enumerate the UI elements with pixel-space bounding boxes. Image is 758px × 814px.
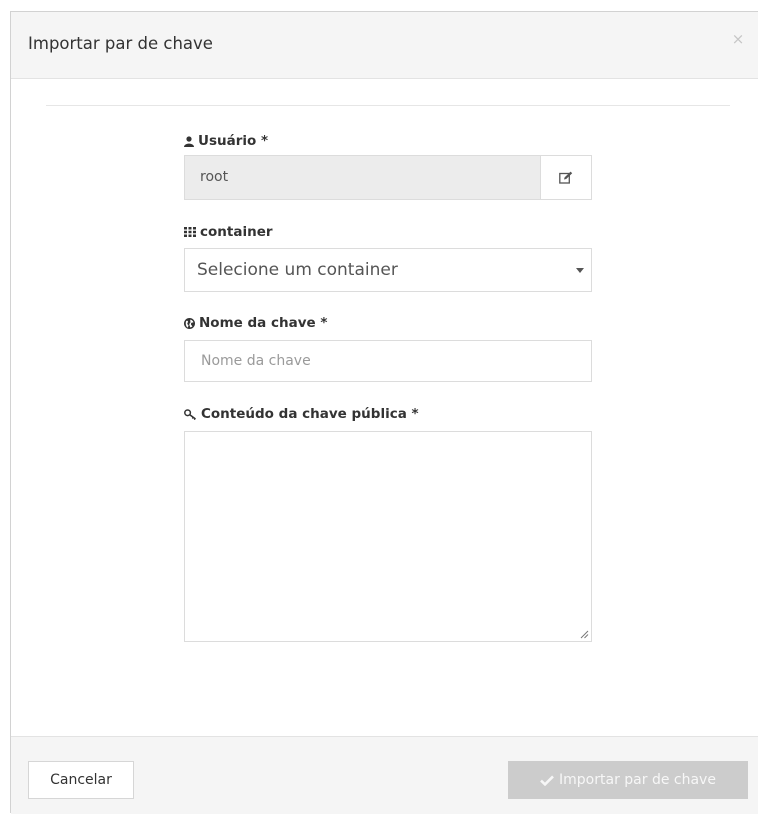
public-key-textarea[interactable] bbox=[185, 432, 591, 641]
key-name-label: Nome da chave * bbox=[184, 315, 327, 331]
import-keypair-button[interactable]: Importar par de chave bbox=[508, 761, 748, 799]
key-name-label-text: Nome da chave * bbox=[199, 315, 328, 331]
globe-icon bbox=[184, 317, 195, 329]
container-select-value: Selecione um container bbox=[197, 260, 398, 280]
user-value: root bbox=[200, 169, 229, 185]
user-label-text: Usuário * bbox=[198, 133, 269, 149]
edit-user-button[interactable] bbox=[540, 156, 591, 199]
modal-title: Importar par de chave bbox=[28, 34, 213, 53]
divider bbox=[46, 105, 730, 106]
public-key-field-wrapper bbox=[184, 431, 592, 642]
user-icon bbox=[184, 135, 194, 147]
public-key-label-text: Conteúdo da chave pública * bbox=[201, 406, 419, 422]
container-select[interactable]: Selecione um container bbox=[184, 248, 592, 292]
grid-icon bbox=[184, 227, 196, 237]
key-name-field-wrapper bbox=[184, 340, 592, 382]
cancel-button[interactable]: Cancelar bbox=[28, 761, 134, 799]
modal-header: Importar par de chave × bbox=[11, 12, 758, 79]
edit-icon bbox=[559, 171, 573, 184]
modal-footer: Cancelar Importar par de chave bbox=[11, 736, 758, 814]
container-label: container bbox=[184, 224, 273, 240]
import-button-label: Importar par de chave bbox=[559, 772, 716, 788]
user-field: root bbox=[184, 155, 592, 200]
resize-handle-icon[interactable] bbox=[579, 629, 589, 639]
public-key-label: Conteúdo da chave pública * bbox=[184, 406, 419, 422]
close-icon: × bbox=[731, 30, 745, 48]
close-button[interactable]: × bbox=[731, 30, 745, 48]
container-label-text: container bbox=[200, 224, 273, 240]
key-name-input[interactable] bbox=[185, 341, 591, 381]
check-icon bbox=[540, 774, 554, 786]
user-label: Usuário * bbox=[184, 133, 268, 149]
caret-down-icon bbox=[576, 268, 584, 273]
key-icon bbox=[184, 408, 196, 420]
import-keypair-modal: Importar par de chave × Usuário * root c… bbox=[10, 11, 758, 814]
